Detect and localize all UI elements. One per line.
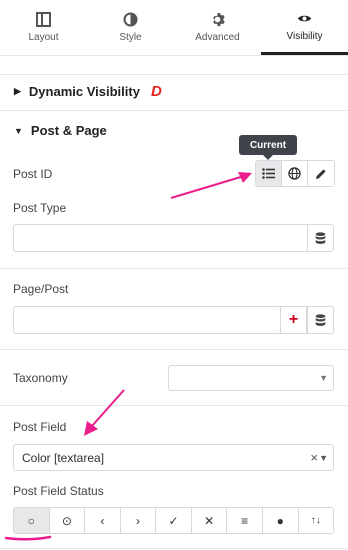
eye-icon: [297, 15, 312, 21]
tab-visibility[interactable]: Visibility: [261, 0, 348, 55]
section-dynamic-visibility[interactable]: ▶ Dynamic Visibility D: [14, 83, 162, 100]
post-id-label: Post ID: [13, 167, 53, 181]
tab-label: Layout: [28, 32, 59, 43]
layout-icon: [36, 12, 51, 27]
chevron-down-icon: ▼: [319, 373, 328, 383]
tab-advanced[interactable]: Advanced: [174, 0, 261, 55]
section-title: Post & Page: [30, 123, 107, 138]
status-dot-circle-icon[interactable]: ⊙: [49, 508, 86, 533]
database-icon[interactable]: [307, 306, 334, 334]
post-field-value: Color [textarea]: [22, 451, 105, 465]
list-icon[interactable]: [256, 161, 282, 186]
status-equals-icon[interactable]: ≡: [227, 508, 263, 533]
divider: [0, 405, 348, 406]
post-field-status-group: ○ ⊙ ‹ › ✓ ✕ ≡ ● ↑↓: [13, 507, 334, 534]
plus-icon[interactable]: +: [280, 306, 307, 334]
chevron-down-icon: ▼: [319, 453, 328, 463]
tooltip-current: Current: [239, 135, 297, 160]
post-type-input[interactable]: [13, 224, 308, 252]
panel-tabs: Layout Style Advanced Visibility: [0, 0, 348, 56]
status-x-icon[interactable]: ✕: [191, 508, 228, 533]
status-sort-icon[interactable]: ↑↓: [298, 508, 333, 533]
annotation-arrow: [84, 389, 125, 436]
status-less-than-icon[interactable]: ‹: [85, 508, 121, 533]
section-post-page[interactable]: ▼ Post & Page: [14, 123, 107, 138]
post-id-button-group: [255, 160, 335, 187]
caret-right-icon: ▶: [14, 86, 21, 96]
divider: [0, 74, 348, 75]
divider: [0, 110, 348, 111]
tab-style[interactable]: Style: [87, 0, 174, 55]
gear-icon: [213, 12, 225, 27]
post-field-select[interactable]: Color [textarea] × ▼: [13, 444, 334, 471]
caret-down-icon: ▼: [14, 125, 23, 136]
annotation-arrow: [170, 172, 252, 199]
globe-icon[interactable]: [282, 161, 308, 186]
tab-label: Style: [119, 32, 142, 43]
status-filled-circle-icon[interactable]: ●: [262, 508, 299, 533]
status-greater-than-icon[interactable]: ›: [120, 508, 157, 533]
pencil-icon[interactable]: [308, 161, 334, 186]
status-empty-circle-icon[interactable]: ○: [14, 508, 50, 533]
style-half-circle-icon: [123, 12, 138, 27]
post-field-status-label: Post Field Status: [13, 484, 104, 498]
post-field-label: Post Field: [13, 420, 67, 434]
taxonomy-select[interactable]: ▼: [168, 365, 334, 391]
section-title: Dynamic Visibility: [28, 84, 140, 99]
post-type-label: Post Type: [13, 201, 67, 215]
tab-label: Advanced: [195, 32, 240, 43]
clear-icon[interactable]: ×: [310, 450, 318, 465]
dynamic-visibility-logo: D: [150, 83, 162, 100]
tab-label: Visibility: [286, 30, 323, 42]
status-check-icon[interactable]: ✓: [156, 508, 192, 533]
taxonomy-label: Taxonomy: [13, 371, 68, 385]
divider: [0, 548, 348, 549]
tab-layout[interactable]: Layout: [0, 0, 87, 55]
divider: [0, 268, 348, 269]
page-post-input[interactable]: [13, 306, 281, 334]
page-post-label: Page/Post: [13, 282, 69, 296]
database-icon[interactable]: [307, 224, 334, 252]
divider: [0, 349, 348, 350]
annotation-underline: [4, 535, 52, 541]
